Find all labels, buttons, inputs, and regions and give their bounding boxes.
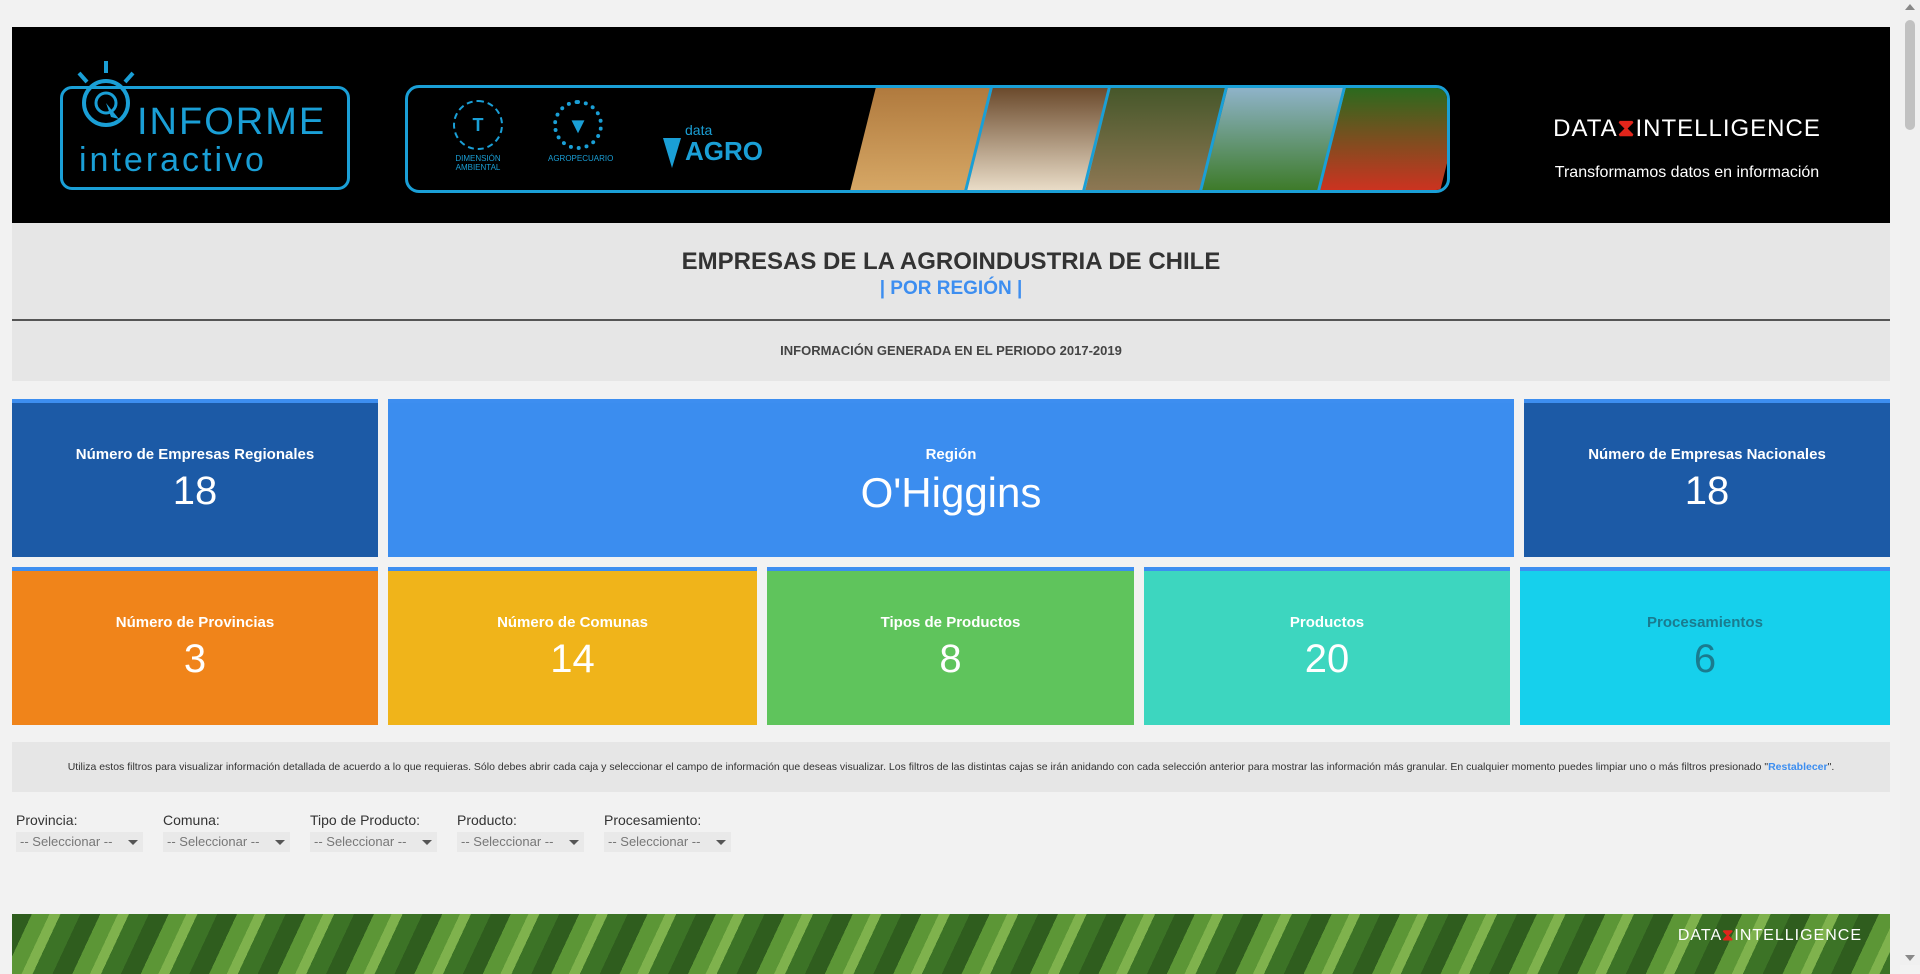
brand-tagline: Transformamos datos en información <box>1554 164 1820 181</box>
filters-help-text: Utiliza estos filtros para visualizar in… <box>12 742 1890 792</box>
kpi-value: 18 <box>1684 469 1730 513</box>
header-banner: INFORME interactivo T DIMENSIÓN AMBIENTA… <box>12 27 1890 223</box>
data-intelligence-logo: DATA⧗INTELLIGENCE <box>1522 115 1852 143</box>
logo-text-interactivo: interactivo <box>79 141 267 179</box>
kpi-label: Número de Provincias <box>115 614 275 631</box>
footer-data-intelligence-logo: DATA⧗INTELLIGENCE <box>1678 927 1862 945</box>
kpi-value: 18 <box>172 469 218 513</box>
filter-procesamiento: Procesamiento: -- Seleccionar -- <box>604 812 731 852</box>
producto-select[interactable]: -- Seleccionar -- <box>457 832 584 852</box>
kpi-row-top: Número de Empresas Regionales 18 Región … <box>12 399 1890 557</box>
period-label: INFORMACIÓN GENERADA EN EL PERIODO 2017-… <box>12 321 1890 381</box>
kpi-card-tipos-productos: Tipos de Productos 8 <box>767 567 1134 725</box>
filters-bar: Provincia: -- Seleccionar -- Comuna: -- … <box>16 812 731 852</box>
filter-provincia: Provincia: -- Seleccionar -- <box>16 812 143 852</box>
hourglass-icon: ⧗ <box>1617 115 1636 142</box>
brand-left: DATA <box>1677 927 1723 944</box>
kpi-card-region: Región O'Higgins <box>388 399 1514 557</box>
dimension-ambiental-icon: T <box>453 100 503 150</box>
footer-banner: DATA⧗INTELLIGENCE <box>12 914 1890 974</box>
procesamiento-select[interactable]: -- Seleccionar -- <box>604 832 731 852</box>
filter-tipo-producto: Tipo de Producto: -- Seleccionar -- <box>310 812 437 852</box>
informe-interactivo-logo: INFORME interactivo <box>60 61 350 190</box>
filter-comuna: Comuna: -- Seleccionar -- <box>163 812 290 852</box>
partners-strip: T DIMENSIÓN AMBIENTAL ▼ AGROPECUARIO dat… <box>405 85 1450 193</box>
hourglass-icon: ⧗ <box>1722 927 1735 944</box>
brand-right: INTELLIGENCE <box>1734 927 1862 944</box>
kpi-card-empresas-nacionales: Número de Empresas Nacionales 18 <box>1524 399 1890 557</box>
kpi-card-provincias: Número de Provincias 3 <box>12 567 378 725</box>
kpi-row-bottom: Número de Provincias 3 Número de Comunas… <box>12 567 1890 725</box>
partner-label: DIMENSIÓN AMBIENTAL <box>455 154 501 172</box>
scroll-up-arrow-icon[interactable] <box>1905 4 1915 10</box>
kpi-value: 20 <box>1304 637 1350 681</box>
help-text: Utiliza estos filtros para visualizar in… <box>67 761 1769 773</box>
filter-label: Comuna: <box>163 812 220 828</box>
kpi-value: O'Higgins <box>860 469 1042 516</box>
kpi-label: Número de Comunas <box>497 614 648 631</box>
kpi-card-comunas: Número de Comunas 14 <box>388 567 757 725</box>
kpi-value: 14 <box>550 637 595 681</box>
reset-link[interactable]: Restablecer <box>1768 761 1828 773</box>
filter-label: Producto: <box>457 812 517 828</box>
brand-left: DATA <box>1553 115 1618 142</box>
gear-icon: ▼ <box>553 100 603 150</box>
kpi-card-empresas-regionales: Número de Empresas Regionales 18 <box>12 399 378 557</box>
kpi-value: 8 <box>939 637 962 681</box>
vertical-scrollbar[interactable] <box>1900 0 1920 965</box>
filter-label: Tipo de Producto: <box>310 812 420 828</box>
logo-text-informe: INFORME <box>137 101 327 143</box>
agro-photo-collage <box>850 88 1447 190</box>
triangle-icon <box>663 138 681 168</box>
kpi-value: 6 <box>1693 637 1717 681</box>
data-agro-big: AGRO <box>685 136 763 166</box>
help-text-end: ". <box>1827 761 1835 773</box>
page-title: EMPRESAS DE LA AGROINDUSTRIA DE CHILE <box>681 248 1221 275</box>
scrollbar-thumb[interactable] <box>1905 20 1915 130</box>
agropecuario-logo: ▼ AGROPECUARIO <box>548 100 613 163</box>
kpi-label: Productos <box>1289 614 1365 631</box>
scroll-down-arrow-icon[interactable] <box>1905 955 1915 961</box>
page-container: INFORME interactivo T DIMENSIÓN AMBIENTA… <box>12 27 1890 974</box>
kpi-label: Número de Empresas Nacionales <box>1588 446 1826 463</box>
partner-label: AGROPECUARIO <box>548 154 614 163</box>
filter-label: Procesamiento: <box>604 812 702 828</box>
title-panel: EMPRESAS DE LA AGROINDUSTRIA DE CHILE | … <box>12 223 1890 321</box>
kpi-label: Región <box>925 446 977 463</box>
provincia-select[interactable]: -- Seleccionar -- <box>16 832 143 852</box>
kpi-card-procesamientos: Procesamientos 6 <box>1520 567 1890 725</box>
kpi-card-productos: Productos 20 <box>1144 567 1510 725</box>
kpi-label: Tipos de Productos <box>880 614 1021 631</box>
brand-right: INTELLIGENCE <box>1635 115 1821 142</box>
filter-producto: Producto: -- Seleccionar -- <box>457 812 584 852</box>
filter-label: Provincia: <box>16 812 78 828</box>
kpi-label: Procesamientos <box>1647 614 1763 631</box>
kpi-label: Número de Empresas Regionales <box>75 446 315 463</box>
page-subtitle: | POR REGIÓN | <box>879 278 1023 299</box>
tipo-producto-select[interactable]: -- Seleccionar -- <box>310 832 437 852</box>
comuna-select[interactable]: -- Seleccionar -- <box>163 832 290 852</box>
dimension-ambiental-logo: T DIMENSIÓN AMBIENTAL <box>448 100 508 172</box>
kpi-value: 3 <box>183 637 207 681</box>
